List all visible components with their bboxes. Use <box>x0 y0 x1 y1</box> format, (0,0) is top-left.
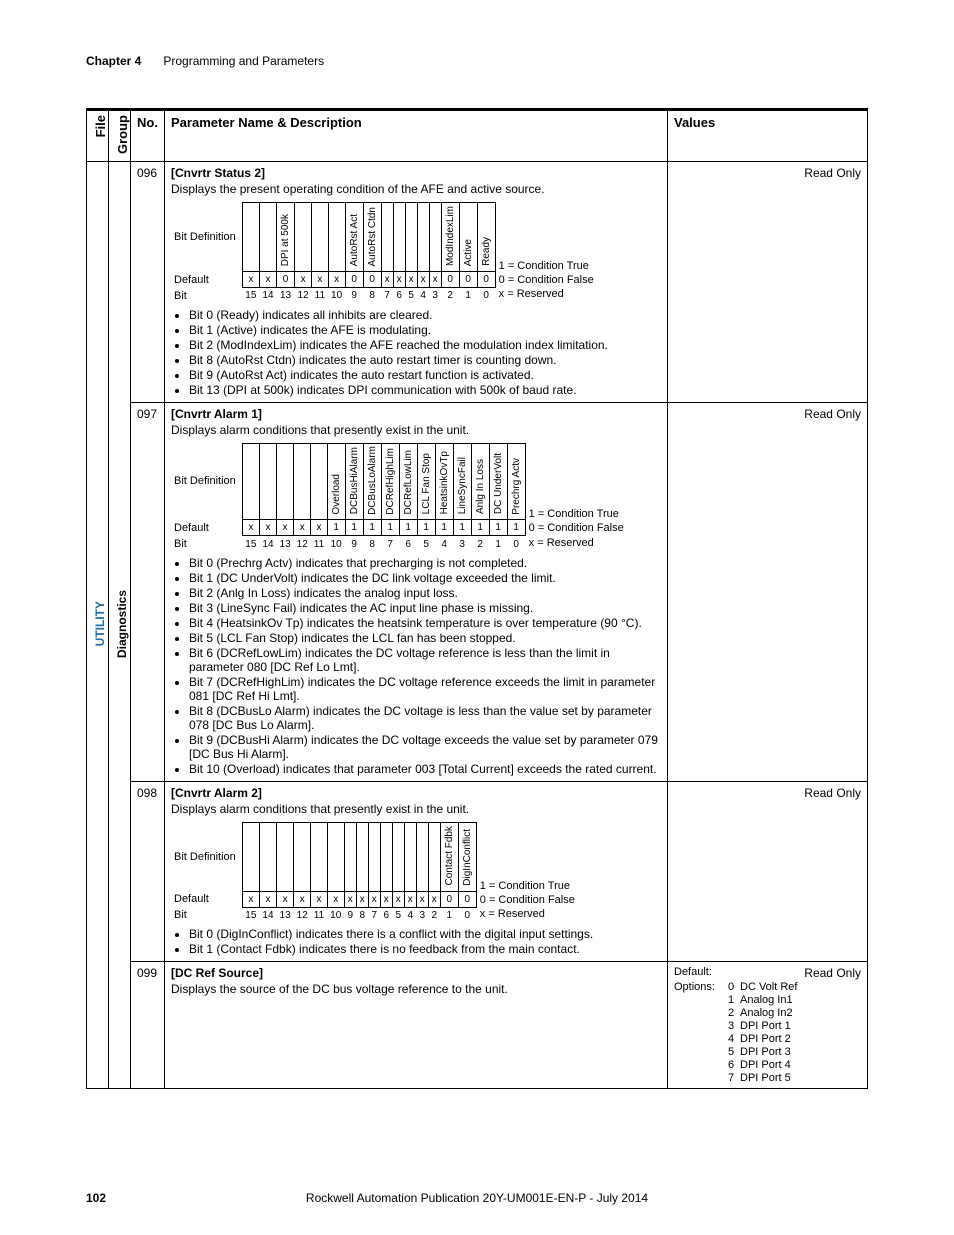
list-item: Bit 10 (Overload) indicates that paramet… <box>189 762 661 776</box>
list-item: Bit 2 (Anlg In Loss) indicates the analo… <box>189 586 661 600</box>
list-item: Bit 1 (Active) indicates the AFE is modu… <box>189 323 661 337</box>
bullets-098: Bit 0 (DigInConflict) indicates there is… <box>189 927 661 956</box>
pnd-099: [DC Ref Source] Displays the source of t… <box>165 962 668 1089</box>
readonly-097: Read Only <box>804 407 861 421</box>
header-values: Values <box>668 111 868 162</box>
readonly-099: Read Only <box>740 966 861 980</box>
no-098: 098 <box>131 781 165 962</box>
list-item: Bit 7 (DCRefHighLim) indicates the DC vo… <box>189 675 661 703</box>
chapter-label: Chapter 4 <box>86 54 141 68</box>
parameter-table: File Group No. Parameter Name & Descript… <box>86 110 868 1089</box>
values-099: Default:Read Only Options:0DC Volt Ref 1… <box>668 962 868 1089</box>
values-096: Read Only <box>668 162 868 403</box>
group-label: Diagnostics <box>115 590 129 658</box>
list-item: Bit 0 (DigInConflict) indicates there is… <box>189 927 661 941</box>
chapter-title: Programming and Parameters <box>163 54 324 68</box>
values-097: Read Only <box>668 402 868 781</box>
footer: 102 Rockwell Automation Publication 20Y-… <box>86 1191 868 1205</box>
default-label: Default <box>171 272 242 288</box>
no-099: 099 <box>131 962 165 1089</box>
bullets-096: Bit 0 (Ready) indicates all inhibits are… <box>189 308 661 397</box>
list-item: Bit 1 (DC UnderVolt) indicates the DC li… <box>189 571 661 585</box>
legend-false: 0 = Condition False <box>499 273 594 287</box>
list-item: Bit 13 (DPI at 500k) indicates DPI commu… <box>189 383 661 397</box>
no-097: 097 <box>131 402 165 781</box>
row-096: UTILITY Diagnostics 096 [Cnvrtr Status 2… <box>87 162 868 403</box>
desc-097: Displays alarm conditions that presently… <box>171 423 661 437</box>
row-097: 097 [Cnvrtr Alarm 1] Displays alarm cond… <box>87 402 868 781</box>
bittable-098: Bit Definition Contact FdbkDigInConflict… <box>171 822 581 924</box>
pnd-098: [Cnvrtr Alarm 2] Displays alarm conditio… <box>165 781 668 962</box>
pnd-096: [Cnvrtr Status 2] Displays the present o… <box>165 162 668 403</box>
pnd-097: [Cnvrtr Alarm 1] Displays alarm conditio… <box>165 402 668 781</box>
options-label-099: Options: <box>674 981 728 993</box>
name-098: [Cnvrtr Alarm 2] <box>171 786 262 800</box>
list-item: Bit 8 (AutoRst Ctdn) indicates the auto … <box>189 353 661 367</box>
list-item: Bit 9 (AutoRst Act) indicates the auto r… <box>189 368 661 382</box>
values-098: Read Only <box>668 781 868 962</box>
no-096: 096 <box>131 162 165 403</box>
file-label: UTILITY <box>93 601 107 646</box>
bittable-096: Bit Definition DPI at 500kAutoRst ActAut… <box>171 202 600 304</box>
readonly-098: Read Only <box>804 786 861 800</box>
row-098: 098 [Cnvrtr Alarm 2] Displays alarm cond… <box>87 781 868 962</box>
group-cell: Diagnostics <box>109 162 131 1089</box>
row-099: 099 [DC Ref Source] Displays the source … <box>87 962 868 1089</box>
legend-true: 1 = Condition True <box>499 259 594 273</box>
list-item: Bit 1 (Contact Fdbk) indicates there is … <box>189 942 661 956</box>
list-item: Bit 3 (LineSync Fail) indicates the AC i… <box>189 601 661 615</box>
header-no: No. <box>131 111 165 162</box>
list-item: Bit 9 (DCBusHi Alarm) indicates the DC v… <box>189 733 661 761</box>
running-head: Chapter 4 Programming and Parameters <box>86 54 868 68</box>
list-item: Bit 2 (ModIndexLim) indicates the AFE re… <box>189 338 661 352</box>
bullets-097: Bit 0 (Prechrg Actv) indicates that prec… <box>189 556 661 776</box>
header-group: Group <box>109 111 131 162</box>
desc-098: Displays alarm conditions that presently… <box>171 802 661 816</box>
list-item: Bit 8 (DCBusLo Alarm) indicates the DC v… <box>189 704 661 732</box>
desc-096: Displays the present operating condition… <box>171 182 661 196</box>
list-item: Bit 5 (LCL Fan Stop) indicates the LCL f… <box>189 631 661 645</box>
publication-line: Rockwell Automation Publication 20Y-UM00… <box>306 1191 648 1205</box>
readonly-096: Read Only <box>804 166 861 180</box>
bit-label: Bit <box>171 288 242 304</box>
default-label-099: Default: <box>674 966 728 980</box>
bitdef-label: Bit Definition <box>171 203 242 272</box>
name-096: [Cnvrtr Status 2] <box>171 166 265 180</box>
header-file: File <box>87 111 109 162</box>
legend-reserved: x = Reserved <box>499 287 594 301</box>
bittable-097: Bit Definition OverloadDCBusHiAlarmDCBus… <box>171 443 630 552</box>
list-item: Bit 4 (HeatsinkOv Tp) indicates the heat… <box>189 616 661 630</box>
list-item: Bit 6 (DCRefLowLim) indicates the DC vol… <box>189 646 661 674</box>
name-099: [DC Ref Source] <box>171 966 263 980</box>
list-item: Bit 0 (Ready) indicates all inhibits are… <box>189 308 661 322</box>
file-cell: UTILITY <box>87 162 109 1089</box>
desc-099: Displays the source of the DC bus voltag… <box>171 982 661 996</box>
header-pnd: Parameter Name & Description <box>165 111 668 162</box>
name-097: [Cnvrtr Alarm 1] <box>171 407 262 421</box>
page-number: 102 <box>86 1191 106 1205</box>
list-item: Bit 0 (Prechrg Actv) indicates that prec… <box>189 556 661 570</box>
